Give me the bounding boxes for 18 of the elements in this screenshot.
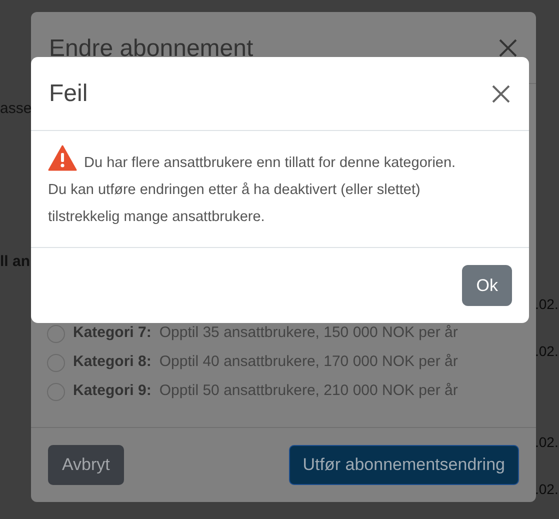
cancel-button[interactable]: Avbryt — [48, 445, 124, 485]
option-description: Opptil 50 ansattbrukere, 210 000 NOK per år — [159, 381, 458, 402]
radio-button[interactable] — [47, 324, 65, 342]
option-label: Kategori 9: — [73, 381, 152, 402]
error-message: Du har flere ansattbrukere enn tillatt for denne kategorien. Du kan utføre endringen etter å ha deaktivert (eller slettet) tilstrekkelig mange ansattbrukere. — [48, 145, 478, 231]
close-icon — [491, 84, 511, 104]
close-button[interactable] — [498, 38, 518, 58]
ok-button[interactable]: Ok — [462, 265, 512, 306]
dialog-title: Feil — [49, 78, 88, 108]
option-label: Kategori 7: — [73, 323, 152, 344]
close-button[interactable] — [491, 84, 511, 104]
option-description: Opptil 35 ansattbrukere, 150 000 NOK per år — [159, 323, 458, 344]
dialog-title: Endre abonnement — [49, 34, 254, 64]
submit-button[interactable]: Utfør abonnementsendring — [288, 445, 519, 485]
option-label: Kategori 8: — [73, 352, 152, 372]
close-icon — [498, 38, 518, 58]
warning-icon — [48, 145, 77, 171]
option-description: Opptil 40 ansattbrukere, 170 000 NOK per år — [159, 352, 458, 372]
